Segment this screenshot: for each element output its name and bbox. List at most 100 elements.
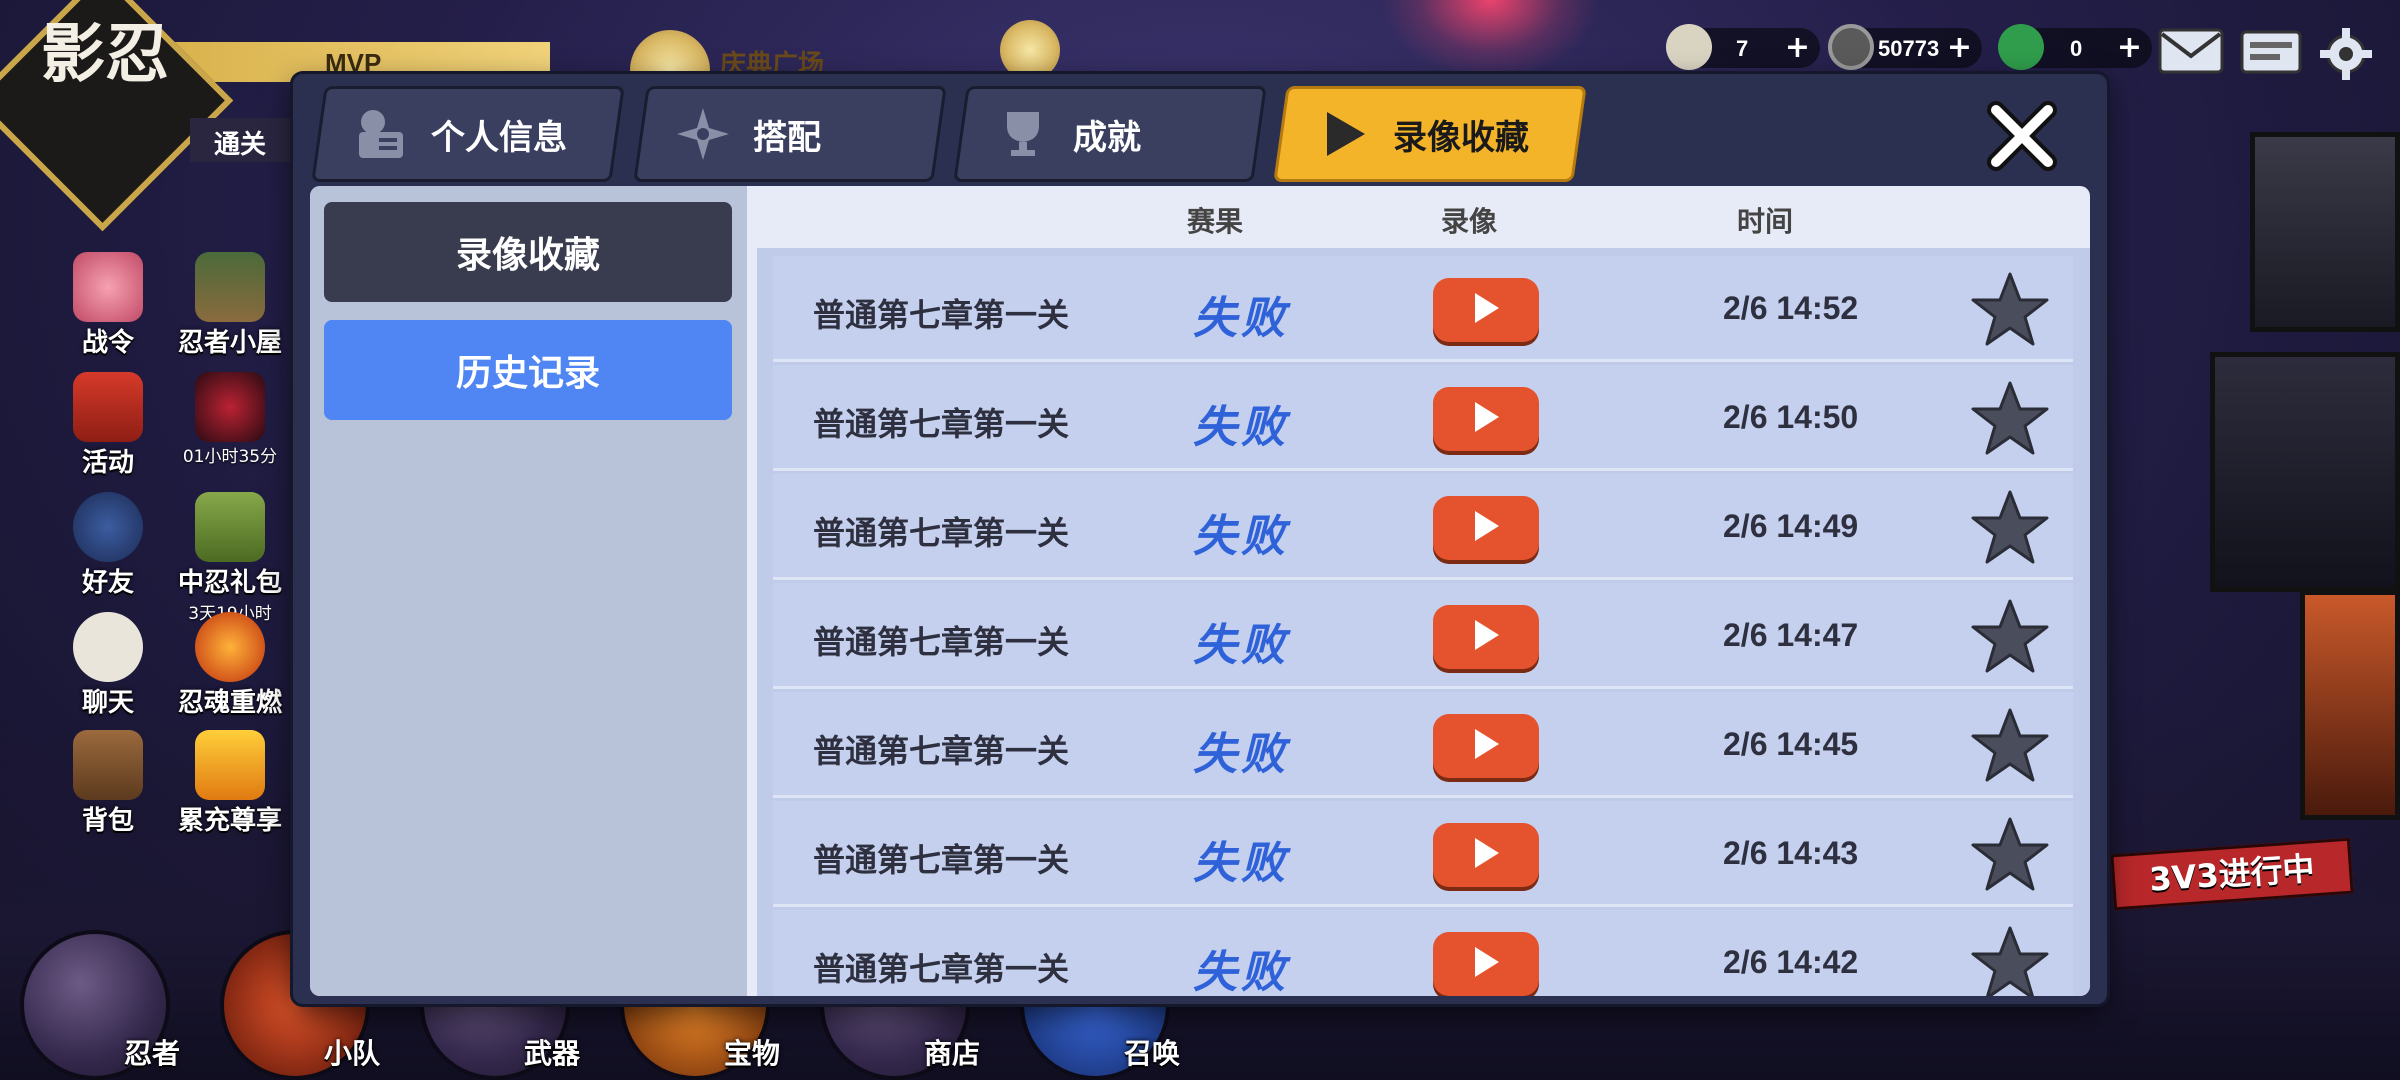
play-replay-button[interactable] <box>1433 387 1539 451</box>
feature-label: 忍魂重燃 <box>177 688 282 718</box>
dragon-icon <box>195 372 265 442</box>
nav-label: 商店 <box>923 1037 980 1070</box>
match-result: 失败 <box>1193 511 1289 562</box>
play-icon <box>1471 400 1501 438</box>
list-header: 赛果 录像 时间 <box>757 186 2090 246</box>
play-triangle-icon <box>1313 104 1373 164</box>
nav-label: 小队 <box>323 1037 380 1070</box>
rose-icon <box>73 252 143 322</box>
sidebar-item-history[interactable]: 历史记录 <box>324 320 732 420</box>
favorite-star-icon[interactable] <box>1969 379 2051 459</box>
settings-gear-icon[interactable] <box>2318 26 2378 80</box>
nav-label: 召唤 <box>1123 1037 1180 1070</box>
nav-ninja[interactable]: 忍者 <box>10 920 180 1080</box>
firework-decoration <box>1380 0 1600 80</box>
sidebar-item-replay-favorites[interactable]: 录像收藏 <box>324 202 732 302</box>
feature-chunin-pack[interactable]: 中忍礼包 3天19小时 <box>170 492 290 624</box>
column-header-replay: 录像 <box>1441 205 1498 238</box>
stage-name: 普通第七章第一关 <box>813 841 1070 879</box>
match-time: 2/6 14:52 <box>1723 290 1859 326</box>
play-replay-button[interactable] <box>1433 496 1539 560</box>
play-replay-button[interactable] <box>1433 823 1539 887</box>
ssr-icon <box>195 730 265 800</box>
play-icon <box>1471 291 1501 329</box>
feature-dragon-event[interactable]: 01小时35分 <box>170 372 290 467</box>
play-icon <box>1471 618 1501 656</box>
gem-value: 0 <box>2070 36 2083 61</box>
feature-label: 聊天 <box>81 688 134 718</box>
match-result: 失败 <box>1193 293 1289 344</box>
play-replay-button[interactable] <box>1433 278 1539 342</box>
add-coin-button[interactable]: + <box>1947 30 1972 65</box>
match-time: 2/6 14:47 <box>1723 617 1859 653</box>
tab-personal-info[interactable]: 个人信息 <box>311 86 625 182</box>
feature-label: 忍者小屋 <box>177 328 282 358</box>
stage-name: 普通第七章第一关 <box>813 514 1070 552</box>
nav-label: 宝物 <box>723 1037 780 1070</box>
tab-label: 成就 <box>1073 117 1141 158</box>
feature-ninja-house[interactable]: 忍者小屋 <box>170 252 290 359</box>
replay-rows[interactable]: 普通第七章第一关 失败 2/6 14:52 普通第七章第一关 失败 2/6 14… <box>757 248 2090 996</box>
stage-name: 普通第七章第一关 <box>813 950 1070 988</box>
favorite-star-icon[interactable] <box>1969 815 2051 895</box>
feature-backpack[interactable]: 背包 <box>48 730 168 837</box>
feature-label: 战令 <box>81 328 134 358</box>
feature-events[interactable]: 活动 <box>48 372 168 479</box>
favorite-star-icon[interactable] <box>1969 924 2051 996</box>
stage-name: 普通第七章第一关 <box>813 623 1070 661</box>
feature-battle-pass[interactable]: 战令 <box>48 252 168 359</box>
table-row: 普通第七章第一关 失败 2/6 14:45 <box>773 692 2073 798</box>
feature-soul-rekindle[interactable]: 忍魂重燃 <box>170 612 290 719</box>
event-card-top[interactable] <box>2250 132 2400 332</box>
tab-label: 个人信息 <box>431 117 567 158</box>
rice-ball-icon <box>1666 24 1712 70</box>
replay-sidebar: 录像收藏 历史记录 <box>310 186 747 996</box>
chat-bubble-icon <box>73 612 143 682</box>
favorite-star-icon[interactable] <box>1969 488 2051 568</box>
table-row: 普通第七章第一关 失败 2/6 14:43 <box>773 801 2073 907</box>
feature-recharge-bonus[interactable]: 累充尊享 <box>170 730 290 837</box>
rice-ball-counter: 7 + <box>1666 24 1820 70</box>
play-replay-button[interactable] <box>1433 714 1539 778</box>
feature-friends[interactable]: 好友 <box>48 492 168 599</box>
match-result: 失败 <box>1193 729 1289 780</box>
stage-name: 普通第七章第一关 <box>813 732 1070 770</box>
event-card-middle[interactable] <box>2210 352 2400 592</box>
play-icon <box>1471 836 1501 874</box>
feature-label: 中忍礼包 <box>177 568 282 598</box>
event-card-lower[interactable] <box>2300 590 2400 820</box>
feature-label: 累充尊享 <box>177 806 282 836</box>
shuriken-icon <box>673 104 733 164</box>
stage-name: 普通第七章第一关 <box>813 405 1070 443</box>
feature-label: 背包 <box>81 806 134 836</box>
play-replay-button[interactable] <box>1433 605 1539 669</box>
mail-icon[interactable] <box>2158 26 2224 76</box>
ninja-face-icon <box>73 492 143 562</box>
play-icon <box>1471 509 1501 547</box>
table-row: 普通第七章第一关 失败 2/6 14:49 <box>773 474 2073 580</box>
feature-chat[interactable]: 聊天 <box>48 612 168 719</box>
tab-label: 录像收藏 <box>1393 117 1529 158</box>
tab-loadout[interactable]: 搭配 <box>633 86 947 182</box>
close-icon <box>1982 101 2062 180</box>
house-icon <box>195 252 265 322</box>
notice-board-icon[interactable] <box>2238 26 2304 76</box>
close-button[interactable] <box>1982 96 2062 176</box>
feature-label: 活动 <box>81 448 134 478</box>
add-rice-ball-button[interactable]: + <box>1785 30 1810 65</box>
column-header-result: 赛果 <box>1187 205 1244 238</box>
replay-list: 赛果 录像 时间 普通第七章第一关 失败 2/6 14:52 普通第七章第一关 … <box>757 186 2090 996</box>
stage-name: 普通第七章第一关 <box>813 296 1070 334</box>
favorite-star-icon[interactable] <box>1969 270 2051 350</box>
torii-icon <box>73 372 143 442</box>
favorite-star-icon[interactable] <box>1969 706 2051 786</box>
profile-card-icon <box>351 104 411 164</box>
add-gem-button[interactable]: + <box>2117 30 2142 65</box>
play-replay-button[interactable] <box>1433 932 1539 996</box>
tab-replay-favorites[interactable]: 录像收藏 <box>1273 86 1587 182</box>
nav-label: 忍者 <box>123 1037 180 1070</box>
match-time: 2/6 14:42 <box>1723 944 1859 980</box>
favorite-star-icon[interactable] <box>1969 597 2051 677</box>
tab-achievements[interactable]: 成就 <box>953 86 1267 182</box>
match-result: 失败 <box>1193 402 1289 453</box>
